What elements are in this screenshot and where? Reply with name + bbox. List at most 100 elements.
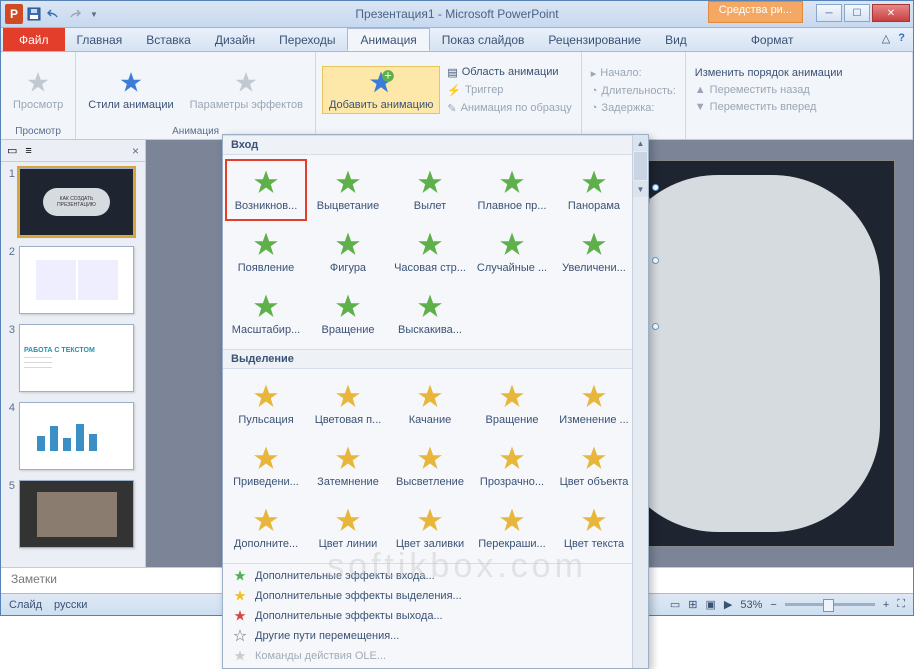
star-icon	[497, 444, 527, 474]
tab-animation[interactable]: Анимация	[347, 28, 429, 51]
tab-format[interactable]: Формат	[739, 28, 806, 51]
slides-panel: ▭ ≡ × 1КАК СОЗДАТЬПРЕЗЕНТАЦИЮ 2 3РАБОТА …	[1, 140, 146, 567]
add-animation-button[interactable]: + Добавить анимацию	[322, 66, 440, 114]
contextual-tab[interactable]: Средства ри...	[708, 1, 803, 23]
zoom-out-icon[interactable]: −	[770, 599, 776, 611]
view-slideshow-icon[interactable]: ▶	[724, 598, 732, 611]
star-icon	[333, 168, 363, 198]
emphasis-effects-grid: ПульсацияЦветовая п...КачаниеВращениеИзм…	[223, 369, 648, 563]
entrance-effect-item[interactable]: Выцветание	[307, 159, 389, 221]
star-icon	[232, 69, 260, 97]
minimize-button[interactable]: ─	[816, 4, 842, 22]
maximize-button[interactable]: ☐	[844, 4, 870, 22]
entrance-effect-item[interactable]: Появление	[225, 221, 307, 283]
animation-styles-button[interactable]: Стили анимации	[82, 67, 179, 113]
entrance-effect-item[interactable]: Панорама	[553, 159, 635, 221]
entrance-effect-item[interactable]: Часовая стр...	[389, 221, 471, 283]
close-panel-icon[interactable]: ×	[132, 144, 139, 158]
entrance-effect-item[interactable]: Увеличени...	[553, 221, 635, 283]
language-indicator[interactable]: русски	[54, 599, 87, 611]
more-entrance-effects[interactable]: Дополнительные эффекты входа...	[223, 566, 648, 586]
view-reading-icon[interactable]: ▣	[706, 598, 716, 611]
qat-dropdown-icon[interactable]: ▼	[85, 5, 103, 23]
star-icon	[579, 506, 609, 536]
outline-tab-icon[interactable]: ≡	[25, 145, 31, 157]
entrance-effect-item[interactable]: Плавное пр...	[471, 159, 553, 221]
thumbnail-4[interactable]	[19, 402, 134, 470]
more-emphasis-effects[interactable]: Дополнительные эффекты выделения...	[223, 586, 648, 606]
animation-pane-button[interactable]: ▤Область анимации	[444, 65, 574, 80]
fit-window-icon[interactable]: ⛶	[897, 598, 905, 611]
slides-tab-icon[interactable]: ▭	[7, 144, 17, 157]
emphasis-effect-item[interactable]: Изменение ...	[553, 373, 635, 435]
entrance-effect-item[interactable]: Возникнов...	[225, 159, 307, 221]
emphasis-effect-item[interactable]: Цвет объекта	[553, 435, 635, 497]
entrance-effect-item[interactable]: Выскакива...	[389, 283, 471, 345]
star-icon	[333, 506, 363, 536]
close-button[interactable]: ✕	[872, 4, 910, 22]
zoom-slider[interactable]	[785, 603, 875, 606]
tab-insert[interactable]: Вставка	[134, 28, 203, 51]
emphasis-effect-item[interactable]: Приведени...	[225, 435, 307, 497]
quick-access-toolbar: P ▼	[1, 5, 103, 23]
thumbnail-5[interactable]	[19, 480, 134, 548]
undo-icon[interactable]	[45, 5, 63, 23]
star-icon	[333, 292, 363, 322]
emphasis-effect-item[interactable]: Цвет линии	[307, 497, 389, 559]
emphasis-effect-item[interactable]: Цвет текста	[553, 497, 635, 559]
tab-view[interactable]: Вид	[653, 28, 699, 51]
app-logo: P	[5, 5, 23, 23]
view-sorter-icon[interactable]: ⊞	[688, 598, 697, 611]
emphasis-effect-item[interactable]: Высветление	[389, 435, 471, 497]
entrance-effect-item[interactable]: Случайные ...	[471, 221, 553, 283]
duration-field: ◔Длительность:	[588, 84, 679, 98]
scroll-up-icon[interactable]: ▲	[633, 135, 648, 151]
svg-text:+: +	[384, 69, 392, 83]
slide-thumbnails[interactable]: 1КАК СОЗДАТЬПРЕЗЕНТАЦИЮ 2 3РАБОТА С ТЕКС…	[1, 162, 145, 567]
entrance-effect-item[interactable]: Масштабир...	[225, 283, 307, 345]
emphasis-effect-item[interactable]: Прозрачно...	[471, 435, 553, 497]
start-field: ▸Начало:	[588, 66, 679, 81]
entrance-effects-grid: Возникнов...ВыцветаниеВылетПлавное пр...…	[223, 155, 648, 349]
emphasis-section-header: Выделение	[223, 349, 648, 369]
emphasis-effect-item[interactable]: Перекраши...	[471, 497, 553, 559]
gallery-scrollbar[interactable]: ▲ ▼	[632, 135, 648, 668]
view-normal-icon[interactable]: ▭	[670, 598, 680, 611]
zoom-in-icon[interactable]: +	[883, 599, 889, 611]
tab-slideshow[interactable]: Показ слайдов	[430, 28, 537, 51]
emphasis-effect-item[interactable]: Качание	[389, 373, 471, 435]
save-icon[interactable]	[25, 5, 43, 23]
ole-actions: Команды действия OLE...	[223, 646, 648, 666]
entrance-effect-item[interactable]: Вращение	[307, 283, 389, 345]
more-exit-effects[interactable]: Дополнительные эффекты выхода...	[223, 606, 648, 626]
trigger-button: ⚡Триггер	[444, 83, 574, 98]
delay-field: ◔Задержка:	[588, 101, 679, 115]
entrance-effect-item[interactable]: Вылет	[389, 159, 471, 221]
scroll-down-icon[interactable]: ▼	[633, 181, 648, 197]
emphasis-effect-item[interactable]: Вращение	[471, 373, 553, 435]
thumbnail-2[interactable]	[19, 246, 134, 314]
zoom-level[interactable]: 53%	[740, 599, 762, 611]
redo-icon[interactable]	[65, 5, 83, 23]
emphasis-effect-item[interactable]: Дополните...	[225, 497, 307, 559]
star-icon	[497, 382, 527, 412]
thumbnail-3[interactable]: РАБОТА С ТЕКСТОМ—————————————————————	[19, 324, 134, 392]
tab-review[interactable]: Рецензирование	[536, 28, 653, 51]
emphasis-effect-item[interactable]: Пульсация	[225, 373, 307, 435]
thumbnail-1[interactable]: КАК СОЗДАТЬПРЕЗЕНТАЦИЮ	[19, 168, 134, 236]
star-icon	[497, 168, 527, 198]
help-icon[interactable]: ?	[898, 32, 905, 45]
entrance-effect-item[interactable]: Фигура	[307, 221, 389, 283]
emphasis-effect-item[interactable]: Цветовая п...	[307, 373, 389, 435]
star-icon	[415, 292, 445, 322]
reorder-title: Изменить порядок анимации	[692, 66, 846, 80]
emphasis-effect-item[interactable]: Цвет заливки	[389, 497, 471, 559]
tab-design[interactable]: Дизайн	[203, 28, 267, 51]
tab-home[interactable]: Главная	[65, 28, 135, 51]
minimize-ribbon-icon[interactable]: △	[882, 32, 890, 45]
file-tab[interactable]: Файл	[3, 28, 65, 51]
more-motion-paths[interactable]: Другие пути перемещения...	[223, 626, 648, 646]
tab-transitions[interactable]: Переходы	[267, 28, 347, 51]
emphasis-effect-item[interactable]: Затемнение	[307, 435, 389, 497]
preview-button[interactable]: Просмотр	[7, 67, 69, 113]
